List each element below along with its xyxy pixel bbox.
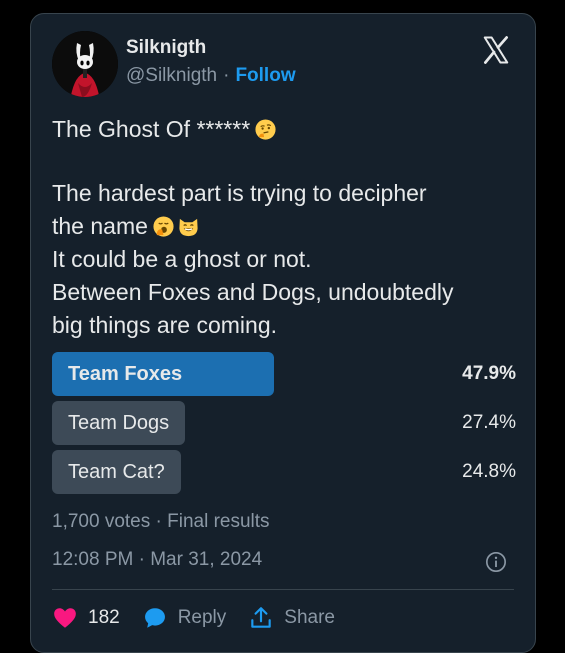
- share-label: Share: [284, 607, 335, 628]
- tweet-line: The Ghost Of ******: [52, 113, 522, 146]
- poll: Team Foxes 47.9% Team Dogs 27.4% Team Ca…: [52, 352, 516, 499]
- poll-meta: 1,700 votes · Final results: [52, 511, 270, 532]
- tweet-line: the name: [52, 210, 522, 243]
- reply-label: Reply: [177, 607, 227, 628]
- follow-button[interactable]: Follow: [235, 65, 295, 87]
- heart-icon: [54, 608, 76, 628]
- poll-option: Team Foxes 47.9%: [52, 352, 516, 396]
- divider: [52, 589, 514, 590]
- poll-option: Team Dogs 27.4%: [52, 401, 516, 445]
- info-icon[interactable]: [485, 551, 507, 573]
- x-logo-icon[interactable]: [481, 35, 511, 65]
- tweet-text: The Ghost Of ****** The hardest part is …: [52, 113, 522, 342]
- poll-option-label: Team Foxes: [68, 363, 183, 385]
- reply-bubble-icon: [144, 608, 165, 628]
- tweet-card: Silknigth @Silknigth · Follow The Ghost …: [30, 13, 536, 653]
- avatar[interactable]: [52, 31, 118, 97]
- yawning-face-icon: [153, 216, 174, 237]
- tweet-timestamp[interactable]: 12:08 PM · Mar 31, 2024: [52, 549, 262, 571]
- tweet-line: It could be a ghost or not.: [52, 246, 312, 272]
- author-name[interactable]: Silknigth: [126, 37, 206, 59]
- separator-dot: ·: [223, 65, 230, 86]
- tweet-line: big things are coming.: [52, 312, 278, 338]
- poll-option: Team Cat? 24.8%: [52, 450, 516, 494]
- author-handle-row: @Silknigth · Follow: [126, 65, 296, 87]
- like-button[interactable]: 182: [52, 605, 120, 631]
- poll-option-label: Team Dogs: [68, 412, 170, 434]
- poll-option-label: Team Cat?: [68, 461, 165, 483]
- author-handle[interactable]: @Silknigth: [126, 65, 217, 87]
- poll-option-percent: 47.9%: [462, 363, 516, 384]
- share-icon: [251, 607, 272, 628]
- share-button[interactable]: Share: [248, 605, 335, 631]
- like-count: 182: [88, 607, 120, 628]
- grinning-cat-icon: [179, 218, 198, 237]
- tweet-line-text: The Ghost Of ******: [52, 116, 251, 142]
- poll-option-percent: 24.8%: [462, 461, 516, 482]
- tweet-line: The hardest part is trying to decipher: [52, 180, 427, 206]
- tweet-line-text: the name: [52, 213, 148, 239]
- reply-button[interactable]: Reply: [142, 605, 227, 631]
- tweet-line: Between Foxes and Dogs, undoubtedly: [52, 279, 454, 305]
- poll-option-percent: 27.4%: [462, 412, 516, 433]
- thinking-face-icon: [255, 119, 276, 140]
- avatar-image: [52, 31, 118, 97]
- action-bar: 182 Reply Share: [52, 600, 357, 636]
